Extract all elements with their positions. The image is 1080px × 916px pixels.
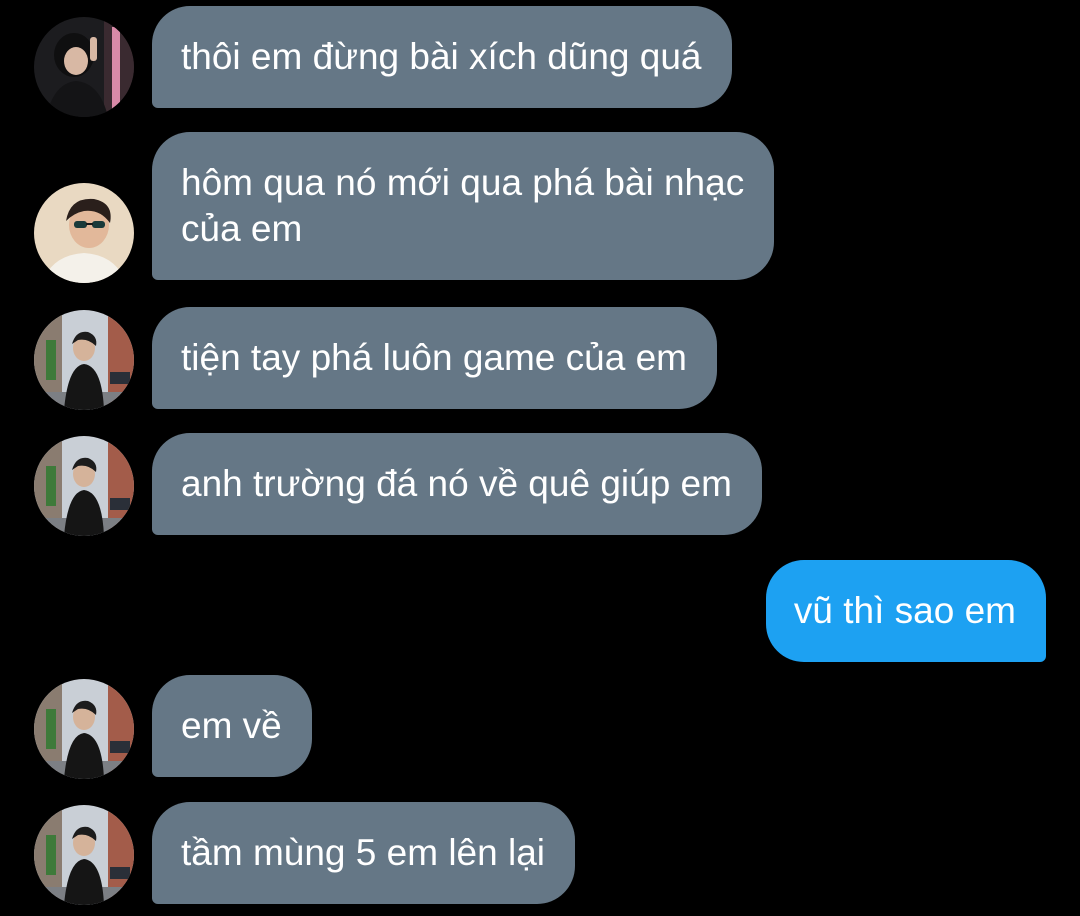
incoming-message-bubble[interactable]: thôi em đừng bài xích dũng quá (152, 6, 732, 108)
outgoing-message-bubble[interactable]: vũ thì sao em (765, 560, 1046, 662)
avatar-icon[interactable] (34, 183, 134, 283)
avatar-boy-street-icon (34, 679, 134, 779)
avatar-boy-sunglasses-icon (34, 183, 134, 283)
incoming-message-bubble[interactable]: tiện tay phá luôn game của em (152, 307, 717, 409)
avatar-icon[interactable] (34, 679, 134, 779)
incoming-message-bubble[interactable]: hôm qua nó mới qua phá bài nhạc của em (152, 132, 775, 280)
avatar-boy-street-icon (34, 805, 134, 905)
avatar-icon[interactable] (34, 805, 134, 905)
avatar-boy-street-icon (34, 436, 134, 536)
avatar-icon[interactable] (34, 436, 134, 536)
incoming-message-bubble[interactable]: anh trường đá nó về quê giúp em (152, 433, 762, 535)
avatar-boy-street-icon (34, 310, 134, 410)
avatar-girl-dark-icon (34, 17, 134, 117)
incoming-message-bubble[interactable]: em về (152, 675, 312, 777)
avatar-icon[interactable] (34, 17, 134, 117)
incoming-message-bubble[interactable]: tầm mùng 5 em lên lại (152, 802, 576, 904)
avatar-icon[interactable] (34, 310, 134, 410)
